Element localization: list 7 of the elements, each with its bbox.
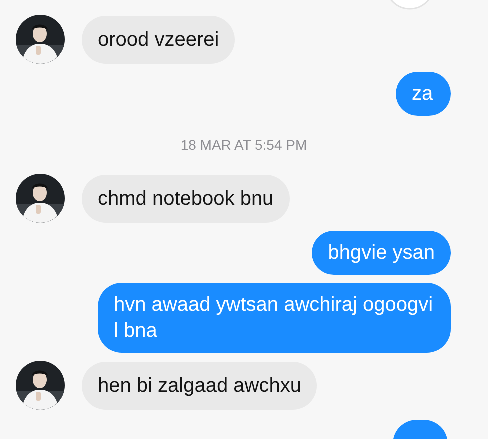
message-bubble: hen bi zalgaad awchxu: [82, 362, 318, 410]
message-bubble: chmd notebook bnu: [82, 174, 290, 222]
message-bubble: orood vzeerei: [82, 16, 236, 64]
message-bubble: bhgvie ysan: [312, 231, 451, 275]
message-bubble: za: [396, 72, 451, 116]
message-bubble: hvn awaad ywtsan awchiraj ogoogvi l bna: [98, 283, 451, 353]
timestamp: 18 MAR AT 5:54 PM: [180, 136, 308, 154]
